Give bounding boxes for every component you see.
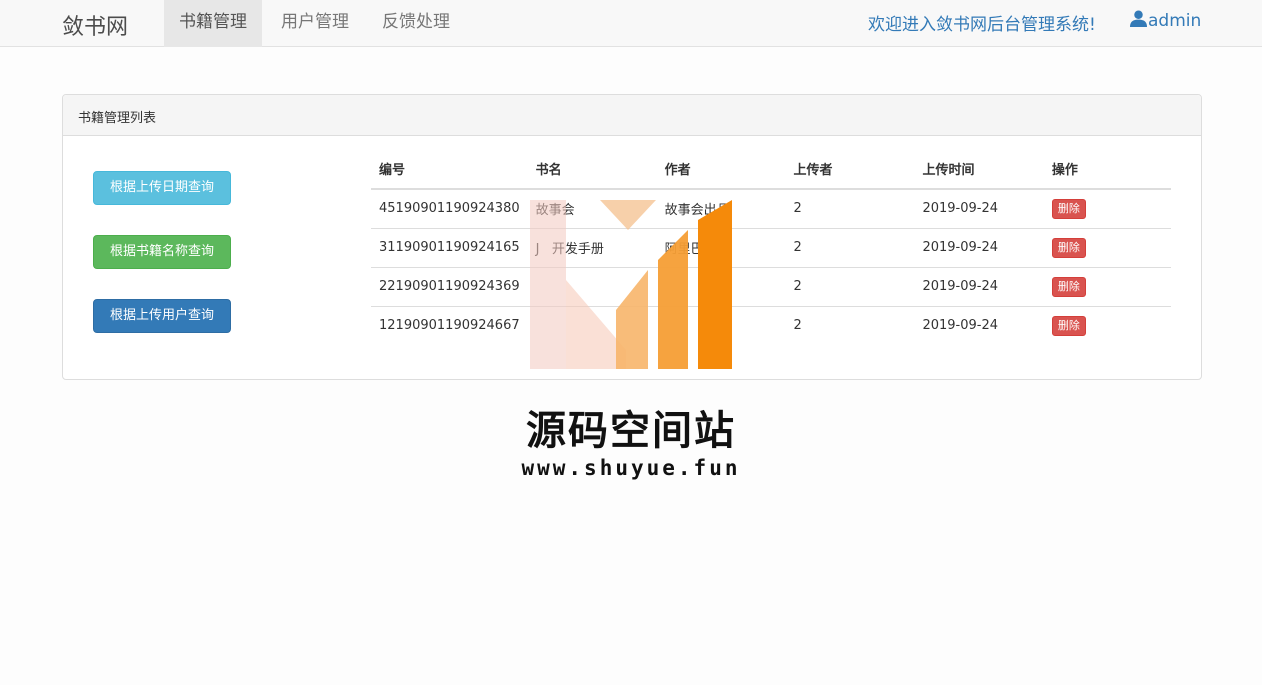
cell-uploader: 2 <box>785 228 915 268</box>
nav-item-feedback[interactable]: 反馈处理 <box>367 0 465 47</box>
watermark-url: www.shuyue.fun <box>521 456 741 480</box>
navbar: 敛书网 书籍管理 用户管理 反馈处理 欢迎进入敛书网后台管理系统! admin <box>0 0 1262 47</box>
table-row: 31190901190924165 J 开发手册 阿里巴 2 2019-09-2… <box>371 228 1171 268</box>
user-icon <box>1130 10 1147 27</box>
table-header-row: 编号 书名 作者 上传者 上传时间 操作 <box>371 149 1171 190</box>
cell-time: 2019-09-24 <box>922 318 998 334</box>
welcome-text: 欢迎进入敛书网后台管理系统! <box>868 15 1096 35</box>
table-row: 45190901190924380 故事会 故事会出品 2 2019-09-24… <box>371 189 1171 229</box>
cell-id: 31190901190924165 <box>371 228 528 268</box>
book-table: 编号 书名 作者 上传者 上传时间 操作 45190901190924380 故… <box>371 149 1171 345</box>
header-action: 操作 <box>1043 149 1171 190</box>
watermark-logo <box>530 200 732 369</box>
cell-uploader: 2 <box>785 189 915 229</box>
query-by-date-button[interactable]: 根据上传日期查询 <box>93 171 231 205</box>
header-id: 编号 <box>371 149 528 190</box>
cell-time: 2019-09-24 <box>914 228 1044 268</box>
query-by-name-button[interactable]: 根据书籍名称查询 <box>93 235 231 269</box>
cell-id: 12190901190924667 <box>379 318 520 334</box>
delete-button[interactable]: 删除 <box>1051 276 1086 297</box>
delete-button[interactable]: 删除 <box>1051 315 1086 336</box>
watermark-title: 源码空间站 <box>526 408 736 454</box>
delete-button[interactable]: 删除 <box>1051 198 1086 219</box>
table-row: 22190901190924369 2 2019-09-24 删除 <box>371 267 1171 307</box>
cell-uploader: 2 <box>785 267 915 307</box>
delete-button[interactable]: 删除 <box>1051 237 1086 258</box>
header-author: 作者 <box>656 149 786 190</box>
username: admin <box>1148 11 1202 31</box>
user-menu[interactable]: admin <box>1130 10 1201 31</box>
brand-logo[interactable]: 敛书网 <box>62 9 128 41</box>
cell-time: 2019-09-24 <box>914 189 1044 229</box>
query-by-user-button[interactable]: 根据上传用户查询 <box>93 299 231 333</box>
header-time: 上传时间 <box>914 149 1044 190</box>
nav-item-book-management[interactable]: 书籍管理 <box>164 0 262 47</box>
cell-time: 2019-09-24 <box>914 267 1044 307</box>
cell-id: 22190901190924369 <box>371 267 528 307</box>
nav-item-user-management[interactable]: 用户管理 <box>266 0 364 47</box>
header-uploader: 上传者 <box>785 149 915 190</box>
header-name: 书名 <box>527 149 657 190</box>
cell-uploader: 2 <box>793 318 802 334</box>
table-row: 12190901190924667 2 2019-09-24 删除 <box>371 306 1171 345</box>
panel-title: 书籍管理列表 <box>63 95 1201 136</box>
cell-id: 45190901190924380 <box>371 189 528 229</box>
